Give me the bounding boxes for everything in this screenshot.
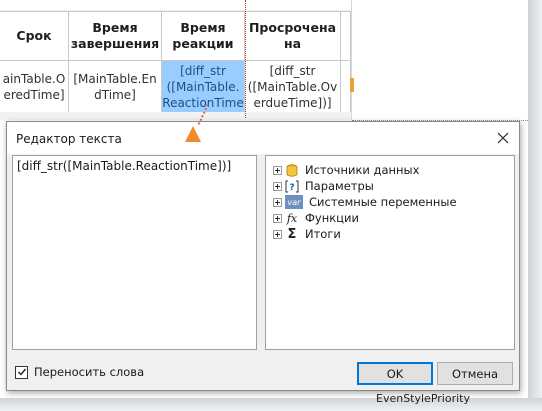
canvas-empty-area	[351, 0, 528, 120]
function-icon: fx	[285, 211, 299, 225]
wrap-words-label: Переносить слова	[34, 365, 145, 379]
report-designer-canvas: Срок Время завершения Время реакции Прос…	[0, 0, 528, 120]
function-icon-text: fx	[286, 211, 298, 225]
tree-label: Источники данных	[305, 163, 420, 177]
dialog-title: Редактор текста	[16, 132, 122, 146]
expand-icon[interactable]	[273, 197, 282, 207]
tree-label: Системные переменные	[309, 195, 457, 209]
expression-text: [diff_str([MainTable.ReactionTime])]	[17, 159, 232, 173]
data-cell-deadline[interactable]: ainTable.O eredTime]	[0, 61, 69, 113]
expand-icon[interactable]	[273, 165, 282, 175]
expression-text-area[interactable]: [diff_str([MainTable.ReactionTime])]	[12, 155, 257, 350]
ok-button[interactable]: OK	[357, 362, 433, 385]
header-cell-completion-time[interactable]: Время завершения	[69, 12, 162, 61]
pointer-arrow-icon	[185, 126, 201, 142]
dialog-titlebar[interactable]: Редактор текста	[7, 122, 519, 154]
band-marker	[350, 78, 354, 92]
checkmark-icon	[17, 368, 26, 376]
close-button[interactable]	[487, 122, 519, 154]
data-cell-completion-time[interactable]: [MainTable.En dTime]	[69, 61, 162, 113]
data-tree-panel[interactable]: Источники данных ? Параметры var Системн…	[265, 155, 515, 350]
tree-label: Итоги	[305, 227, 341, 241]
tree-item-data-sources[interactable]: Источники данных	[273, 162, 419, 178]
tree-item-functions[interactable]: fx Функции	[273, 210, 359, 226]
sum-icon-text: Σ	[287, 226, 297, 242]
header-top-band	[0, 0, 351, 11]
wrap-words-option[interactable]: Переносить слова	[15, 365, 144, 379]
header-cell-extra[interactable]	[341, 12, 351, 61]
window-edge-right	[528, 0, 542, 411]
tree-item-totals[interactable]: Σ Итоги	[273, 226, 341, 242]
header-cell-overdue[interactable]: Просрочена на	[245, 12, 341, 61]
band-separator	[0, 112, 351, 120]
background-property-label: EvenStylePriority	[376, 392, 470, 405]
header-cell-deadline[interactable]: Срок	[0, 12, 69, 61]
close-icon	[497, 132, 509, 144]
text-editor-dialog: Редактор текста [diff_str([MainTable.Rea…	[6, 121, 520, 391]
svg-text:?: ?	[289, 183, 294, 193]
parameter-icon: ?	[285, 179, 299, 193]
database-icon	[285, 163, 299, 177]
variable-icon: var	[285, 195, 303, 209]
tree-item-parameters[interactable]: ? Параметры	[273, 178, 374, 194]
data-cell-reaction-time-selected[interactable]: [diff_str ([MainTable. ReactionTime	[162, 61, 245, 113]
expand-icon[interactable]	[273, 181, 282, 191]
tree-label: Параметры	[305, 179, 374, 193]
tree-label: Функции	[305, 211, 359, 225]
sum-icon: Σ	[285, 226, 299, 242]
column-guide-line	[245, 0, 246, 118]
variable-icon-text: var	[287, 197, 301, 207]
cancel-button[interactable]: Отмена	[437, 362, 513, 385]
tree-item-system-variables[interactable]: var Системные переменные	[273, 194, 457, 210]
header-cell-reaction-time[interactable]: Время реакции	[162, 12, 245, 61]
data-cell-overdue[interactable]: [diff_str ([MainTable.Ov erdueTime])]	[245, 61, 341, 113]
wrap-words-checkbox[interactable]	[15, 365, 28, 379]
expand-icon[interactable]	[273, 213, 282, 223]
expand-icon[interactable]	[273, 229, 282, 239]
